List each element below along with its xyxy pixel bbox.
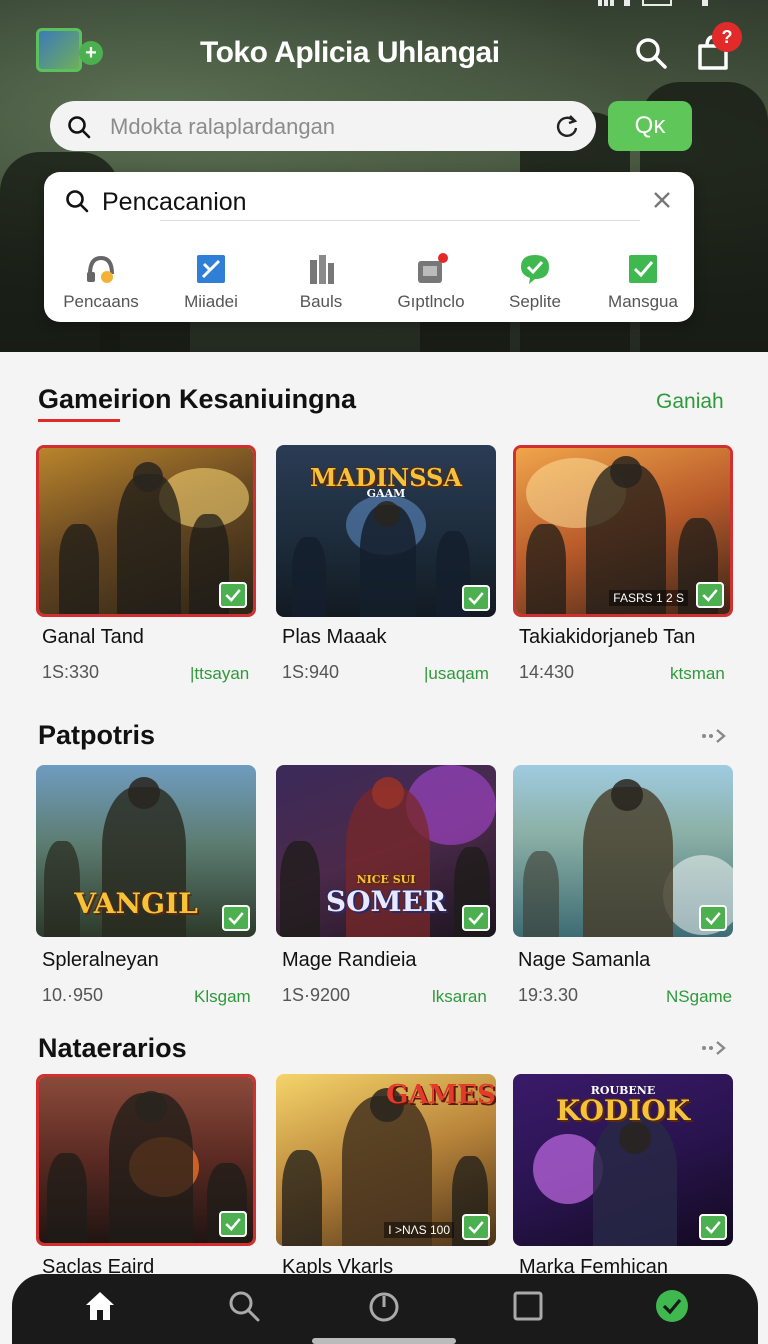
game-title[interactable]: Nage Samanla [518,949,650,972]
check-circle-icon[interactable] [654,1288,690,1324]
home-icon[interactable] [82,1288,118,1324]
game-tag: NSgame [666,987,733,1006]
section-title: Nataerarios [38,1033,187,1063]
game-count: 1S:330 [42,662,100,682]
power-icon[interactable] [366,1288,402,1324]
game-count: 1S:940 [282,662,340,682]
status-bar [598,0,738,10]
sword-icon [197,255,225,283]
game-count: 10.·950 [42,985,104,1005]
search-input[interactable]: Mdokta ralaplardangan [50,101,596,151]
game-title[interactable]: Plas Maaak [282,626,387,649]
installed-check-icon [699,1214,727,1240]
ok-button[interactable]: Qκ [608,101,692,151]
see-all-link[interactable]: Ganiah [656,390,724,414]
game-tag: ktsman [670,664,725,683]
game-card[interactable]: GAMES I >NΛS 100 [276,1074,496,1246]
app-logo[interactable]: + [36,28,103,72]
add-icon[interactable]: + [79,41,103,65]
chevron-right-icon[interactable] [700,1038,730,1058]
category-bauls[interactable]: Bauls [266,252,376,312]
installed-check-icon [222,905,250,931]
game-count: 1S·9200 [282,985,351,1005]
game-card[interactable]: NICE SUI SOMER [276,765,496,937]
installed-check-icon [462,905,490,931]
game-corner-label: I >NΛS 100 [384,1222,454,1238]
game-title[interactable]: Mage Randieia [282,949,417,972]
game-title[interactable]: Ganal Tand [42,626,144,649]
home-indicator [312,1338,456,1344]
game-banner-sub: GAAM [366,487,406,500]
installed-check-icon [462,1214,490,1240]
search-icon[interactable] [634,36,668,70]
section-title: Patpotris [38,720,156,750]
game-banner: GAMES [386,1080,496,1110]
puzzle-icon [418,253,448,283]
game-card[interactable]: MADINSSA GAAM [276,445,496,617]
chat-check-icon [521,255,549,284]
game-tag: Klsgam [194,987,251,1006]
section-underline [38,419,120,422]
game-tag: |usaqam [424,664,489,683]
installed-check-icon [696,582,724,608]
category-miiadei[interactable]: Miiadei [156,252,266,312]
installed-check-icon [219,582,247,608]
game-count: 19:3.30 [518,985,579,1005]
search-icon [68,116,91,139]
search-icon [66,190,89,213]
bottom-nav [12,1274,758,1344]
game-card[interactable] [36,1074,256,1246]
search-placeholder: Mdokta ralaplardangan [110,114,336,139]
category-mansgua[interactable]: Mansgua [588,252,698,312]
game-tag: |ttsayan [190,664,250,683]
category-seplite[interactable]: Seplite [480,252,590,312]
game-card[interactable]: VANGIL [36,765,256,937]
game-corner-label: FASRS 1 2 S [609,590,688,606]
tower-icon [310,255,334,284]
game-card[interactable]: FASRS 1 2 S [513,445,733,617]
category-giptlnclo[interactable]: Gıptlnclo [376,252,486,312]
game-card[interactable] [513,765,733,937]
app-title: Toko Aplicia Uhlangai [200,36,500,69]
installed-check-icon [219,1211,247,1237]
game-title[interactable]: Spleralneyan [42,949,159,972]
check-box-icon [629,255,657,283]
search-panel: Pencacanion Pencaans Miiadei Bauls Gıptl… [44,172,694,322]
chevron-right-icon[interactable] [700,726,730,746]
square-icon[interactable] [510,1288,546,1324]
game-banner: VANGIL [74,887,198,920]
divider [160,220,640,221]
installed-check-icon [462,585,490,611]
notification-badge[interactable]: ? [712,22,742,52]
game-card[interactable] [36,445,256,617]
game-count: 14:430 [519,662,575,682]
headset-icon [87,255,114,283]
close-icon[interactable] [650,188,674,212]
game-card[interactable]: ROUBENE KODIOK [513,1074,733,1246]
game-tag: lksaran [432,987,487,1006]
refresh-icon[interactable] [554,113,580,139]
game-banner: KODIOK [555,1094,691,1127]
section-title: Gameirion Kesaniuingna [38,384,357,414]
category-pencaans[interactable]: Pencaans [46,252,156,312]
search-icon[interactable] [226,1288,262,1324]
installed-check-icon [699,905,727,931]
game-title[interactable]: Takiakidorjaneb Tan [519,626,695,649]
search-query[interactable]: Pencacanion [102,188,247,217]
